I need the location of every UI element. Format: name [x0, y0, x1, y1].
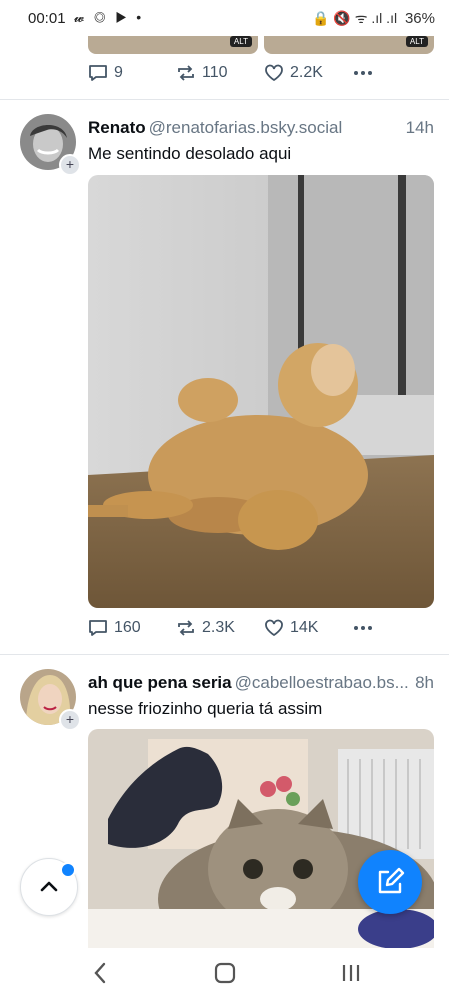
like-count: 2.2K	[290, 64, 323, 81]
battery-level: 36%	[404, 10, 435, 27]
repost-count: 110	[202, 64, 228, 81]
reply-button[interactable]: 160	[88, 619, 141, 637]
system-navigation-bar	[0, 948, 449, 1000]
repost-count: 2.3K	[202, 619, 235, 636]
repost-arrows-icon	[178, 620, 194, 636]
kitten-gif-image	[88, 729, 434, 948]
post-media-gif[interactable]	[88, 175, 434, 608]
like-button[interactable]: 2.2K	[264, 64, 323, 82]
speech-bubble-icon	[89, 65, 107, 81]
repost-button[interactable]: 110	[176, 64, 228, 82]
divider	[0, 654, 449, 655]
repost-arrows-icon	[178, 65, 194, 81]
repost-button[interactable]: 2.3K	[176, 619, 235, 637]
post-time: 14h	[405, 118, 434, 137]
status-bar: 00:01 𝔀 ◎ ▶ • 🔒 🔇 ᯤ .ıl .ıl 36%	[0, 0, 449, 36]
new-posts-indicator	[60, 862, 76, 878]
reply-count: 160	[114, 619, 141, 636]
speech-bubble-icon	[89, 620, 107, 636]
post-text: nesse friozinho queria tá assim	[88, 699, 323, 718]
nav-back-button[interactable]	[92, 960, 108, 991]
previous-image-1[interactable]: ALT	[88, 36, 258, 54]
post-actions: 160 2.3K 14K	[88, 619, 434, 641]
status-time: 00:01	[28, 10, 66, 27]
signal-icons: 🔒 🔇 ᯤ .ıl .ıl	[312, 10, 398, 26]
more-button[interactable]	[352, 64, 374, 82]
author-handle[interactable]: @renatofarias.bsky.social	[149, 118, 343, 137]
reply-button[interactable]: 9	[88, 64, 123, 82]
follow-plus-icon[interactable]: +	[59, 154, 81, 176]
like-count: 14K	[290, 619, 319, 636]
nav-home-button[interactable]	[214, 960, 236, 991]
alt-badge[interactable]: ALT	[405, 36, 428, 47]
heart-icon	[265, 619, 283, 637]
previous-post-images: ALT ALT	[88, 36, 434, 54]
previous-post-actions: 9 110 2.2K	[88, 64, 434, 86]
post-text: Me sentindo desolado aqui	[88, 144, 292, 163]
previous-image-2[interactable]: ALT	[264, 36, 434, 54]
author-name[interactable]: Renato	[88, 118, 146, 137]
like-button[interactable]: 14K	[264, 619, 318, 637]
post-header: Renato @renatofarias.bsky.social 14h	[88, 118, 434, 138]
divider	[0, 99, 449, 100]
post-time: 8h	[415, 673, 434, 692]
ellipsis-icon	[354, 626, 372, 630]
follow-plus-icon[interactable]: +	[59, 709, 81, 731]
notification-icons: 𝔀 ◎ ▶ •	[74, 9, 145, 25]
alt-badge[interactable]: ALT	[229, 36, 252, 47]
cat-gif-image	[88, 175, 434, 608]
three-bars-icon	[342, 965, 360, 981]
author-name[interactable]: ah que pena seria	[88, 673, 232, 692]
more-button[interactable]	[352, 619, 374, 637]
ellipsis-icon	[354, 71, 372, 75]
compose-button[interactable]	[358, 850, 422, 914]
nav-recents-button[interactable]	[340, 960, 362, 991]
system-icons: 🔒 🔇 ᯤ .ıl .ıl 36%	[312, 9, 435, 28]
post-media-gif[interactable]	[88, 729, 434, 948]
heart-icon	[265, 64, 283, 82]
rounded-square-icon	[214, 962, 236, 984]
reply-count: 9	[114, 64, 123, 81]
compose-pencil-icon	[378, 867, 405, 894]
chevron-left-icon	[94, 962, 106, 984]
author-handle[interactable]: @cabelloestrabao.bs...	[235, 673, 409, 692]
post-header: ah que pena seria @cabelloestrabao.bs... …	[88, 673, 434, 693]
